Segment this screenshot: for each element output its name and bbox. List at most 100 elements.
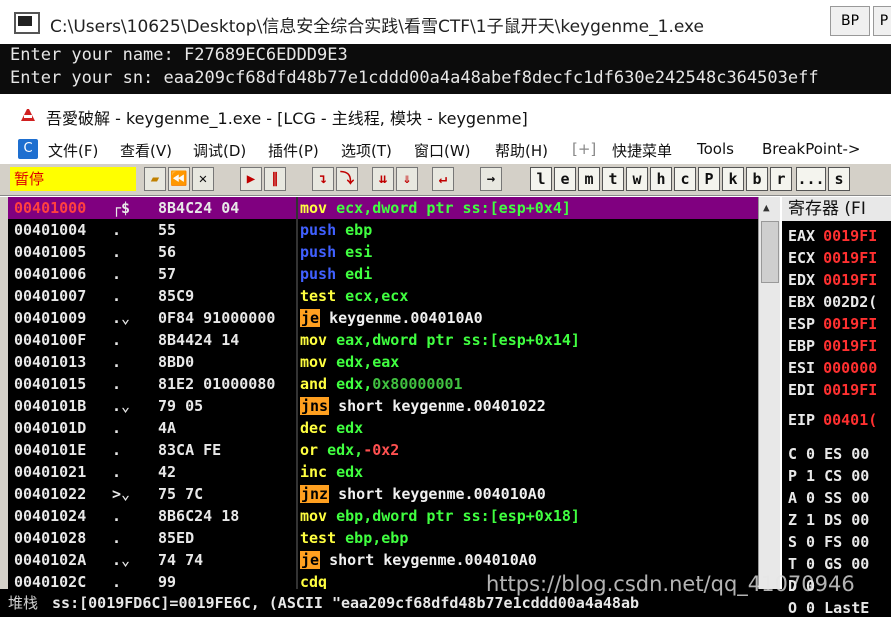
menu-debug[interactable]: 调试(D) bbox=[193, 140, 246, 161]
trace-into-icon[interactable]: ⇊ bbox=[372, 167, 394, 191]
register-row[interactable]: EDX 0019FI bbox=[788, 271, 877, 289]
menu-plugins[interactable]: 插件(P) bbox=[268, 140, 319, 161]
disasm-row[interactable]: 0040101B .⌄ 79 05 jns short keygenme.004010… bbox=[8, 395, 758, 417]
disasm-row[interactable]: 00401021. 42 inc edx bbox=[8, 461, 758, 483]
disasm-separator bbox=[296, 373, 298, 395]
disasm-flow-marker: . bbox=[112, 331, 122, 349]
execute-till-return-icon[interactable]: ↵ bbox=[432, 167, 454, 191]
disasm-row[interactable]: 0040101D. 4A dec edx bbox=[8, 417, 758, 439]
toolbar-handles[interactable]: h bbox=[650, 167, 672, 191]
disasm-mnemonic: mov bbox=[300, 199, 328, 217]
disasm-row[interactable]: 00401024. 8B6C24 18 mov ebp,dword ptr ss:[… bbox=[8, 505, 758, 527]
flag-row[interactable]: T 0 GS 00 bbox=[788, 555, 869, 573]
menu-breakpoint[interactable]: BreakPoint-> bbox=[762, 140, 860, 158]
register-row[interactable]: EAX 0019FI bbox=[788, 227, 877, 245]
menu-plus[interactable]: [+] bbox=[572, 140, 596, 158]
register-name: ESI bbox=[788, 359, 816, 377]
toolbar-breakpoints[interactable]: b bbox=[746, 167, 768, 191]
console-line-name: Enter your name: F27689EC6EDDD9E3 bbox=[10, 45, 348, 65]
scroll-up-icon[interactable]: ▲ bbox=[763, 201, 770, 214]
open-icon[interactable]: ▰ bbox=[144, 167, 166, 191]
disasm-separator bbox=[296, 571, 298, 589]
cpu-icon[interactable]: C bbox=[18, 139, 38, 159]
scrollbar-thumb[interactable] bbox=[761, 221, 779, 283]
toolbar-references[interactable]: r bbox=[770, 167, 792, 191]
step-into-icon[interactable]: ↴ bbox=[312, 167, 334, 191]
disasm-flow-marker: ┌$ bbox=[112, 199, 131, 217]
disasm-separator bbox=[296, 197, 298, 219]
goto-icon[interactable]: → bbox=[480, 167, 502, 191]
toolbar-memory[interactable]: m bbox=[578, 167, 600, 191]
disasm-row[interactable]: 00401009 .⌄ 0F84 91000000 je keygenme.00401… bbox=[8, 307, 758, 329]
disassembly-scrollbar[interactable]: ▲ bbox=[758, 197, 780, 589]
toolbar-windows[interactable]: w bbox=[626, 167, 648, 191]
toolbar-log[interactable]: l bbox=[530, 167, 552, 191]
flag-row[interactable]: A 0 SS 00 bbox=[788, 489, 869, 507]
menu-shortcut[interactable]: 快捷菜单 bbox=[612, 140, 672, 161]
flag-row[interactable]: Z 1 DS 00 bbox=[788, 511, 869, 529]
disasm-address: 00401000 bbox=[14, 199, 87, 217]
flag-row[interactable]: S 0 FS 00 bbox=[788, 533, 869, 551]
disasm-row[interactable]: 00401006. 57 push edi bbox=[8, 263, 758, 285]
disassembly-pane[interactable]: 00401000 ┌$ 8B4C24 04 mov ecx,dword ptr ss:… bbox=[8, 197, 758, 589]
disasm-row[interactable]: 00401007. 85C9 test ecx,ecx bbox=[8, 285, 758, 307]
window-edge bbox=[0, 197, 8, 589]
close-icon[interactable]: ✕ bbox=[192, 167, 214, 191]
menu-bar: C 文件(F) 查看(V) 调试(D) 插件(P) 选项(T) 窗口(W) 帮助… bbox=[0, 134, 891, 164]
toolbar-callstack[interactable]: k bbox=[722, 167, 744, 191]
disasm-row[interactable]: 0040101E. 83CA FE or edx,-0x2 bbox=[8, 439, 758, 461]
bp-button[interactable]: BP bbox=[830, 6, 870, 36]
disasm-hex: 0F84 91000000 bbox=[158, 309, 276, 327]
toolbar-executables[interactable]: e bbox=[554, 167, 576, 191]
disasm-row[interactable]: 00401015. 81E2 01000080 and edx,0x80000001 bbox=[8, 373, 758, 395]
register-row[interactable]: ESP 0019FI bbox=[788, 315, 877, 333]
disasm-row[interactable]: 0040100F. 8B4424 14 mov eax,dword ptr ss:[… bbox=[8, 329, 758, 351]
register-row[interactable]: EBP 0019FI bbox=[788, 337, 877, 355]
menu-tools[interactable]: Tools bbox=[697, 140, 734, 158]
register-row[interactable]: ESI 000000 bbox=[788, 359, 877, 377]
menu-help[interactable]: 帮助(H) bbox=[495, 140, 548, 161]
registers-pane[interactable]: 寄存器 (FI EAX 0019FI ECX 0019FI EDX 0019FI EBX 00… bbox=[782, 197, 891, 617]
disasm-row[interactable]: 00401013. 8BD0 mov edx,eax bbox=[8, 351, 758, 373]
disasm-address: 0040101B bbox=[14, 397, 87, 415]
disasm-operand: ebp bbox=[345, 221, 373, 239]
toolbar-more[interactable]: ... bbox=[796, 167, 826, 191]
trace-over-icon[interactable]: ⇓ bbox=[396, 167, 418, 191]
register-name: EDX bbox=[788, 271, 816, 289]
register-row[interactable]: EBX 002D2( bbox=[788, 293, 877, 311]
flag-row[interactable]: C 0 ES 00 bbox=[788, 445, 869, 463]
disasm-row[interactable]: 00401022 >⌄ 75 7C jnz short keygenme.004010… bbox=[8, 483, 758, 505]
register-row[interactable]: EDI 0019FI bbox=[788, 381, 877, 399]
disasm-row[interactable]: 00401004. 55 push ebp bbox=[8, 219, 758, 241]
disasm-operand: keygenme.004010A0 bbox=[329, 309, 483, 327]
toolbar-source[interactable]: s bbox=[828, 167, 850, 191]
disasm-separator bbox=[296, 307, 298, 329]
disasm-separator bbox=[296, 329, 298, 351]
p-button[interactable]: P bbox=[873, 6, 891, 36]
menu-view[interactable]: 查看(V) bbox=[120, 140, 172, 161]
disasm-row[interactable]: 00401028. 85ED test ebp,ebp bbox=[8, 527, 758, 549]
disasm-row[interactable]: 0040102A .⌄ 74 74 je short keygenme.004010A… bbox=[8, 549, 758, 571]
menu-file[interactable]: 文件(F) bbox=[48, 140, 98, 161]
toolbar-cpu[interactable]: c bbox=[674, 167, 696, 191]
register-row[interactable]: ECX 0019FI bbox=[788, 249, 877, 267]
restart-icon[interactable]: ⏪ bbox=[168, 167, 190, 191]
disasm-separator bbox=[296, 395, 298, 417]
register-row[interactable]: EIP 00401( bbox=[788, 411, 877, 429]
flag-row[interactable]: P 1 CS 00 bbox=[788, 467, 869, 485]
toolbar-threads[interactable]: t bbox=[602, 167, 624, 191]
console-output: Enter your name: F27689EC6EDDD9E3 Enter … bbox=[0, 44, 891, 94]
disasm-hex: 85C9 bbox=[158, 287, 195, 305]
run-icon[interactable]: ▶ bbox=[240, 167, 262, 191]
disasm-operand: edi bbox=[345, 265, 373, 283]
disasm-row[interactable]: 00401000 ┌$ 8B4C24 04 mov ecx,dword ptr ss:… bbox=[8, 197, 758, 219]
pause-icon[interactable]: ∥ bbox=[264, 167, 286, 191]
step-over-icon[interactable]: ⤵ bbox=[336, 167, 358, 191]
menu-window[interactable]: 窗口(W) bbox=[414, 140, 471, 161]
menu-options[interactable]: 选项(T) bbox=[341, 140, 392, 161]
disasm-separator bbox=[296, 263, 298, 285]
disasm-instruction: dec edx bbox=[300, 417, 363, 439]
disasm-row[interactable]: 00401005. 56 push esi bbox=[8, 241, 758, 263]
toolbar-patches[interactable]: P bbox=[698, 167, 720, 191]
flag-row[interactable]: O 0 LastE bbox=[788, 599, 869, 617]
